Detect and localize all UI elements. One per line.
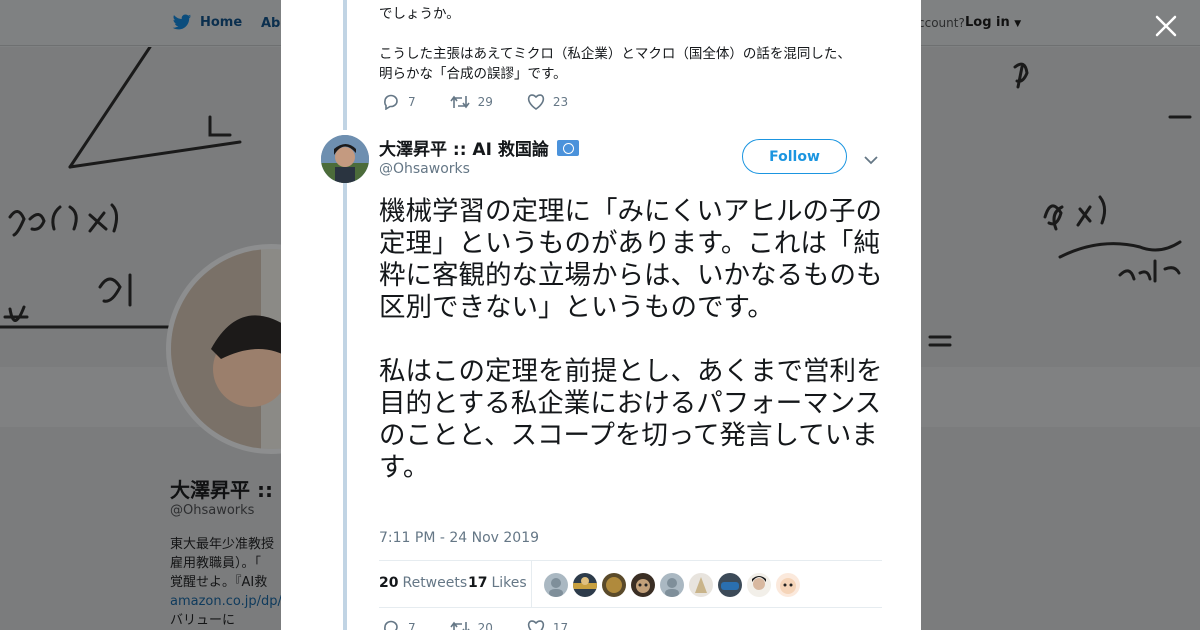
- bio-line: 東大最年少准教授: [170, 537, 275, 552]
- author-name[interactable]: 大澤昇平 :: AI 救国論: [379, 135, 579, 160]
- twitter-bird-icon: [172, 14, 192, 30]
- liker-avatar[interactable]: [689, 573, 713, 597]
- previous-tweet-text: でしょうか。 こうした主張はあえてミクロ（私企業）とマクロ（国全体）の話を混同し…: [379, 6, 851, 82]
- reply-count: 7: [408, 621, 416, 630]
- tweet-actions: 7 20 17: [382, 620, 602, 630]
- reply-icon: [384, 620, 398, 630]
- background-profile-handle: @Ohsaworks: [170, 503, 255, 518]
- nav-home-link[interactable]: Home: [172, 14, 242, 31]
- reply-icon: [384, 94, 398, 110]
- liker-avatar[interactable]: [718, 573, 742, 597]
- author-name-text: 大澤昇平 :: AI 救国論: [379, 140, 549, 160]
- reply-count: 7: [408, 95, 416, 109]
- retweet-button[interactable]: 20: [450, 620, 493, 630]
- retweet-count: 29: [477, 95, 493, 109]
- previous-tweet-actions: 7 29 23: [382, 94, 602, 110]
- stats-divider: [531, 561, 532, 608]
- like-count: 17: [552, 621, 569, 630]
- liker-avatar[interactable]: [602, 573, 626, 597]
- reply-button[interactable]: 7: [382, 620, 416, 630]
- tweet-text: 機械学習の定理に「みにくいアヒルの子の定理」というものがあります。これは「純粋に…: [379, 196, 883, 483]
- nav-login-link[interactable]: Log in ▼: [965, 15, 1021, 30]
- tweet-modal: でしょうか。 こうした主張はあえてミクロ（私企業）とマクロ（国全体）の話を混同し…: [281, 0, 921, 630]
- bio-line: バリューに: [170, 613, 236, 628]
- tweet-stats: 20 Retweets 17 Likes: [379, 560, 882, 608]
- author-avatar[interactable]: [321, 135, 369, 183]
- background-profile-bio: 東大最年少准教授 雇用教職員）。「 覚醒せよ。『AI救 amazon.co.jp…: [170, 535, 282, 630]
- liker-avatar[interactable]: [544, 573, 568, 597]
- tweet-timestamp[interactable]: 7:11 PM - 24 Nov 2019: [379, 530, 539, 546]
- chevron-down-icon[interactable]: [864, 150, 878, 169]
- likes-stat-count: 17: [468, 575, 488, 591]
- liker-avatar[interactable]: [776, 573, 800, 597]
- nav-home-label: Home: [200, 15, 243, 30]
- liker-avatars: [544, 573, 800, 597]
- retweet-count: 20: [477, 621, 493, 630]
- retweet-icon: [450, 621, 470, 630]
- login-label: Log in: [965, 15, 1010, 30]
- like-icon: [527, 620, 545, 630]
- liker-avatar[interactable]: [631, 573, 655, 597]
- likes-stat-label: Likes: [491, 575, 527, 591]
- bio-amazon-link[interactable]: amazon.co.jp/dp/4: [170, 592, 282, 611]
- nav-account-text: ccount?: [918, 16, 965, 30]
- like-button[interactable]: 23: [527, 94, 568, 110]
- bio-line: 雇用教職員）。「: [170, 556, 262, 571]
- like-icon: [527, 94, 545, 110]
- chevron-down-icon: ▼: [1014, 19, 1022, 29]
- like-button[interactable]: 17: [527, 620, 568, 630]
- liker-avatar[interactable]: [747, 573, 771, 597]
- retweets-stat[interactable]: 20 Retweets: [379, 575, 467, 591]
- un-flag-icon: [556, 139, 579, 156]
- liker-avatar[interactable]: [573, 573, 597, 597]
- retweets-stat-label: Retweets: [402, 575, 468, 591]
- bio-line: 覚醒せよ。『AI救: [170, 575, 268, 590]
- liker-avatar[interactable]: [660, 573, 684, 597]
- like-count: 23: [552, 95, 569, 109]
- thread-connector-line: [343, 182, 347, 630]
- author-avatar-image: [321, 135, 369, 183]
- retweets-stat-count: 20: [379, 575, 399, 591]
- background-profile-name: 大澤昇平 ::: [170, 478, 273, 502]
- follow-button[interactable]: Follow: [742, 139, 847, 174]
- retweet-button[interactable]: 29: [450, 94, 493, 110]
- retweet-icon: [450, 95, 470, 109]
- likes-stat[interactable]: 17 Likes: [468, 575, 527, 591]
- thread-connector-line: [343, 0, 347, 130]
- close-icon[interactable]: [1152, 12, 1180, 40]
- reply-button[interactable]: 7: [382, 94, 416, 110]
- author-handle[interactable]: @Ohsaworks: [379, 161, 470, 177]
